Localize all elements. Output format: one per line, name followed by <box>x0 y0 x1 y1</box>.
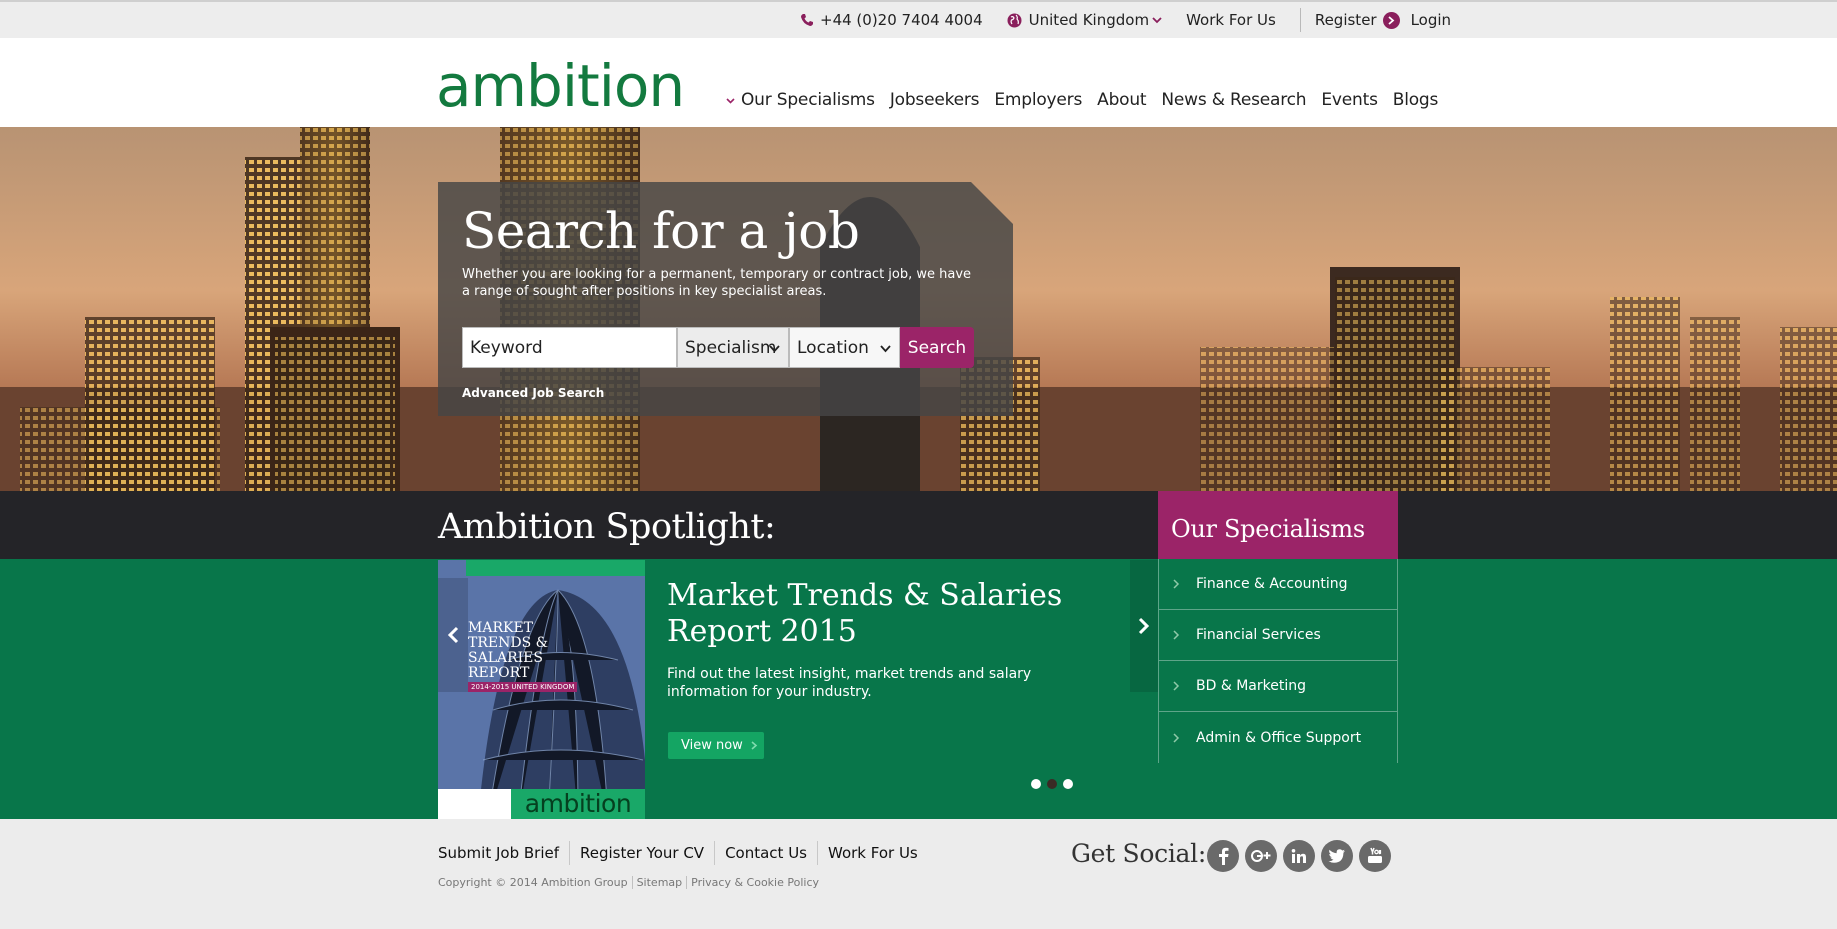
phone-link[interactable]: +44 (0)20 7404 4004 <box>800 11 983 29</box>
specialisms-heading: Our Specialisms <box>1158 491 1398 559</box>
copyright-text: Copyright © 2014 Ambition Group <box>438 876 633 889</box>
spotlight-header-band <box>0 491 1837 559</box>
chevron-right-icon <box>1173 681 1180 691</box>
copyright-row: Copyright © 2014 Ambition Group Sitemap … <box>438 876 823 889</box>
advanced-search-link[interactable]: Advanced Job Search <box>462 386 604 400</box>
nav-label: Our Specialisms <box>741 90 875 110</box>
chevron-down-icon <box>880 345 891 353</box>
carousel-dot[interactable] <box>1063 779 1073 789</box>
search-title: Search for a job <box>462 202 860 260</box>
carousel-dot-active[interactable] <box>1047 779 1057 789</box>
divider <box>1299 8 1301 32</box>
location-select[interactable]: Location <box>789 327 900 368</box>
report-cover-image[interactable]: MARKET TRENDS & SALARIES REPORT 2014-201… <box>438 560 645 819</box>
keyword-input[interactable]: Keyword <box>462 327 677 368</box>
social-icons <box>1207 840 1397 872</box>
phone-icon <box>801 14 813 26</box>
specialism-label: Financial Services <box>1196 627 1321 643</box>
chevron-right-icon <box>1138 617 1150 635</box>
country-selector[interactable]: United Kingdom <box>1007 11 1162 29</box>
chevron-left-icon <box>447 626 459 644</box>
carousel-prev-button[interactable] <box>438 578 468 692</box>
ambition-logo[interactable]: ambition <box>436 56 685 116</box>
nav-jobseekers[interactable]: Jobseekers <box>890 90 980 110</box>
login-link[interactable]: Login <box>1411 11 1451 29</box>
specialism-item-finance-accounting[interactable]: Finance & Accounting <box>1158 559 1398 610</box>
country-label: United Kingdom <box>1028 11 1150 29</box>
get-social-label: Get Social: <box>1071 839 1206 868</box>
globe-icon <box>1007 13 1022 27</box>
chevron-down-icon <box>1152 17 1162 24</box>
search-button[interactable]: Search <box>900 327 974 368</box>
specialism-select[interactable]: Specialism <box>677 327 789 368</box>
location-value: Location <box>797 337 869 358</box>
cover-subtitle: 2014-2015 UNITED KINGDOM <box>468 682 578 692</box>
specialism-item-bd-marketing[interactable]: BD & Marketing <box>1158 661 1398 712</box>
specialisms-list: Finance & Accounting Financial Services … <box>1158 559 1398 763</box>
footer-links: Submit Job Brief Register Your CV Contac… <box>438 841 928 865</box>
chevron-right-icon <box>1173 732 1180 743</box>
footer-link-submit-job-brief[interactable]: Submit Job Brief <box>438 841 571 865</box>
cover-footer: ambition <box>438 789 645 819</box>
nav-blogs[interactable]: Blogs <box>1393 90 1439 110</box>
utility-bar: +44 (0)20 7404 4004 United Kingdom Work … <box>0 0 1837 38</box>
nav-news-research[interactable]: News & Research <box>1161 90 1306 110</box>
chevron-down-icon <box>769 345 780 353</box>
carousel-next-button[interactable] <box>1130 560 1158 692</box>
specialism-label: BD & Marketing <box>1196 678 1306 694</box>
view-now-button[interactable]: View now <box>668 732 764 759</box>
register-link[interactable]: Register <box>1315 11 1377 29</box>
main-nav: Our Specialisms Jobseekers Employers Abo… <box>726 90 1438 110</box>
specialism-item-financial-services[interactable]: Financial Services <box>1158 610 1398 661</box>
spotlight-heading: Ambition Spotlight: <box>438 507 776 547</box>
linkedin-icon[interactable] <box>1283 840 1315 872</box>
cover-title: MARKET TRENDS & SALARIES REPORT <box>468 620 549 681</box>
job-search-panel: Search for a job Whether you are looking… <box>438 182 1013 416</box>
spotlight-description: Find out the latest insight, market tren… <box>667 666 1032 700</box>
specialism-value: Specialism <box>685 337 777 358</box>
work-for-us-link[interactable]: Work For Us <box>1186 11 1276 29</box>
search-description: Whether you are looking for a permanent,… <box>462 267 972 299</box>
carousel-dot[interactable] <box>1031 779 1041 789</box>
site-footer: Submit Job Brief Register Your CV Contac… <box>0 819 1837 929</box>
cover-stripe <box>466 560 645 576</box>
cover-logo: ambition <box>511 789 645 819</box>
hero-banner: Search for a job Whether you are looking… <box>0 127 1837 491</box>
view-now-label: View now <box>681 738 743 753</box>
specialism-label: Finance & Accounting <box>1196 576 1348 592</box>
footer-link-work-for-us[interactable]: Work For Us <box>818 841 928 865</box>
nav-events[interactable]: Events <box>1321 90 1378 110</box>
site-header: ambition Our Specialisms Jobseekers Empl… <box>0 38 1837 127</box>
specialism-item-admin-office-support[interactable]: Admin & Office Support <box>1158 712 1398 763</box>
footer-link-contact-us[interactable]: Contact Us <box>715 841 818 865</box>
footer-link-register-cv[interactable]: Register Your CV <box>570 841 716 865</box>
arrow-right-icon <box>1382 11 1400 29</box>
chevron-right-icon <box>1173 630 1180 640</box>
youtube-icon[interactable] <box>1359 840 1391 872</box>
nav-about[interactable]: About <box>1097 90 1146 110</box>
carousel-dots <box>1031 779 1079 789</box>
phone-number: +44 (0)20 7404 4004 <box>820 11 983 29</box>
chevron-right-icon <box>751 741 758 750</box>
sitemap-link[interactable]: Sitemap <box>633 876 688 889</box>
chevron-right-icon <box>1173 579 1180 589</box>
specialism-label: Admin & Office Support <box>1196 729 1362 746</box>
google-plus-icon[interactable] <box>1245 840 1277 872</box>
privacy-link[interactable]: Privacy & Cookie Policy <box>687 876 823 889</box>
twitter-icon[interactable] <box>1321 840 1353 872</box>
facebook-icon[interactable] <box>1207 840 1239 872</box>
nav-our-specialisms[interactable]: Our Specialisms <box>726 90 875 110</box>
nav-employers[interactable]: Employers <box>994 90 1082 110</box>
spotlight-title: Market Trends & Salaries Report 2015 <box>667 578 1063 649</box>
chevron-down-icon <box>726 97 735 104</box>
